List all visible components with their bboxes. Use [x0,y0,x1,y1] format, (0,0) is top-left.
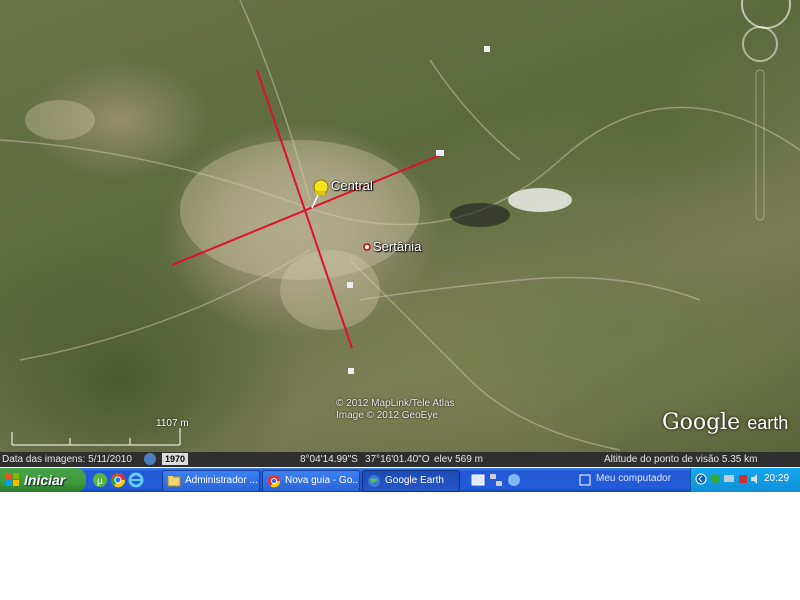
scale-bar [11,428,181,446]
copyright-line: Image © 2012 GeoEye [336,410,438,421]
bus-marker[interactable] [484,46,490,52]
clock[interactable]: 20:29 [764,473,789,484]
task-label: Administrador ... [185,475,257,486]
bus-marker[interactable] [347,282,353,288]
eye-altitude-readout: Altitude do ponto de visão 5.35 km [604,454,758,465]
svg-text:µ: µ [97,476,103,487]
start-button[interactable]: Iniciar [0,468,86,492]
shield-icon[interactable] [709,473,721,485]
windows-taskbar: Iniciar µ Administrador ... Nova guia - … [0,468,800,492]
bus-marker[interactable] [348,368,354,374]
my-computer-toolbar[interactable]: Meu computador [596,473,671,484]
task-administrador[interactable]: Administrador ... [162,470,260,492]
chrome-icon [267,474,281,488]
history-year-badge[interactable]: 1970 [162,453,189,465]
network-icon[interactable] [488,472,504,488]
start-label: Iniciar [24,472,66,488]
cloud-shadow [450,203,510,227]
task-nova-guia[interactable]: Nova guia - Go... [262,470,360,492]
map-copyright: © 2012 MapLink/Tele Atlas Image © 2012 G… [336,398,455,422]
look-joystick-icon[interactable] [741,0,791,29]
ie-icon[interactable] [128,472,144,488]
system-tray: 20:29 [690,468,800,492]
task-label: Google Earth [385,475,444,486]
cloud [508,188,572,212]
imagery-date: Data das imagens: 5/11/2010 [2,454,132,465]
network-icon[interactable] [723,473,735,485]
scale-label: 1107 m [156,418,189,429]
logo-google-text: Google [662,410,741,435]
map-view[interactable]: Central Sertânia © 2012 MapLink/Tele Atl… [0,0,800,452]
utorrent-icon[interactable]: µ [92,472,108,488]
place-label-central[interactable]: Central [331,178,373,193]
zoom-slider[interactable] [755,69,765,221]
elevation-readout: elev 569 m [434,454,483,465]
logo-earth-text: earth [747,413,789,433]
historical-imagery-icon[interactable] [144,453,156,465]
globe-icon[interactable] [506,472,522,488]
volume-icon[interactable] [749,473,761,485]
copyright-line: © 2012 MapLink/Tele Atlas [336,398,455,409]
chrome-icon[interactable] [110,472,126,488]
map-overlay [0,0,800,451]
folder-icon [167,476,181,487]
security-icon[interactable] [737,473,749,485]
window-icon[interactable] [470,472,486,488]
longitude-readout: 37°16'01.40"O [365,454,430,465]
google-earth-logo: Google earth [662,410,788,435]
address-icon[interactable] [577,472,593,488]
chevron-left-icon[interactable] [695,473,707,485]
task-google-earth[interactable]: Google Earth [362,470,460,492]
place-label-sertania[interactable]: Sertânia [373,239,421,254]
latitude-readout: 8°04'14.99"S [300,454,358,465]
status-bar: Data das imagens: 5/11/2010 1970 8°04'14… [0,452,800,467]
navigation-controls[interactable] [738,0,798,260]
google-earth-icon [368,475,380,487]
bus-marker[interactable] [436,150,444,156]
urban-area [25,100,420,330]
move-joystick-icon[interactable] [742,26,778,62]
windows-flag-icon [6,473,19,486]
city-dot-icon[interactable] [363,243,371,251]
task-label: Nova guia - Go... [285,475,357,486]
